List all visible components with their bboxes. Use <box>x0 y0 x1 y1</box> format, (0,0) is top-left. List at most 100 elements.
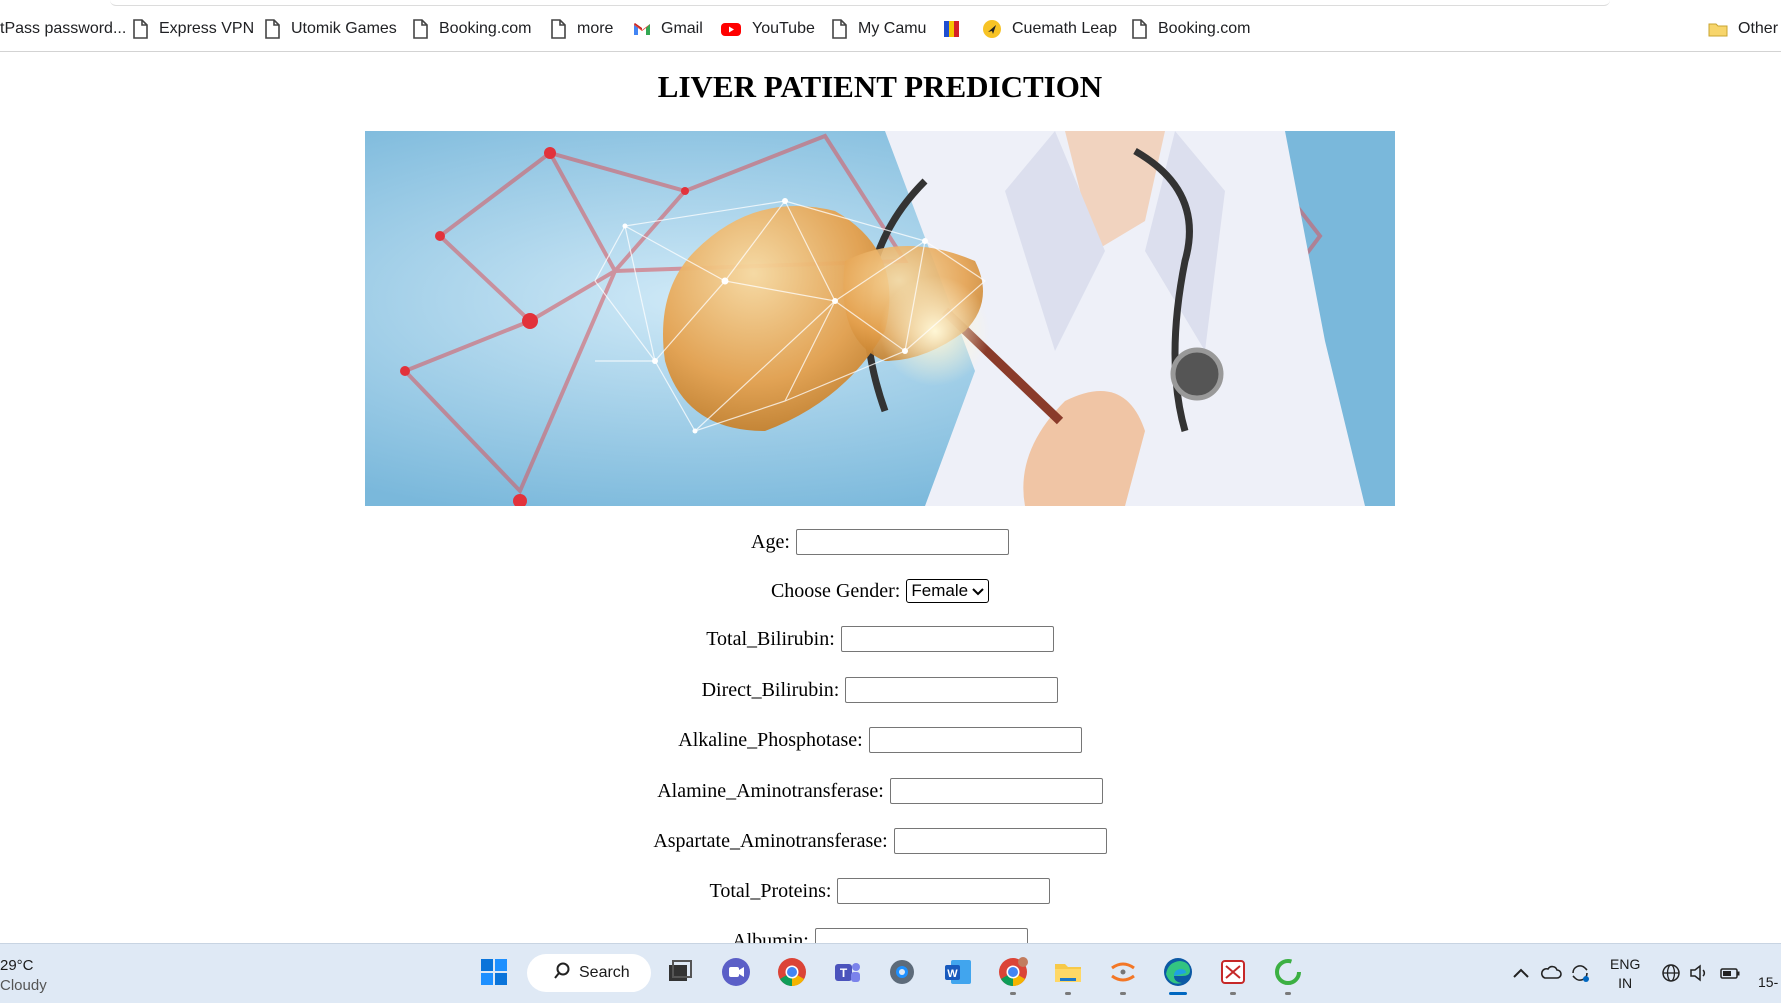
language-indicator[interactable]: ENG IN <box>1610 955 1640 993</box>
alkaline-phosphotase-row: Alkaline_Phosphotase: <box>0 725 1760 755</box>
loading-ring-icon <box>1272 956 1304 993</box>
gmail-icon <box>633 19 651 39</box>
gender-label: Choose Gender: <box>770 579 901 602</box>
folder-icon <box>1708 19 1728 39</box>
age-label: Age: <box>751 530 790 553</box>
bookmark-cuemath-leap[interactable]: Cuemath Leap <box>982 16 1117 42</box>
page-icon <box>263 19 281 39</box>
chevron-up-icon <box>1510 962 1532 984</box>
hero-image <box>365 131 1395 506</box>
lang-region: IN <box>1618 975 1633 991</box>
network-tray[interactable] <box>1660 962 1682 984</box>
chevron-down-icon <box>972 581 984 601</box>
taskbar-loading-app[interactable] <box>1270 956 1306 995</box>
total-proteins-label: Total_Proteins: <box>709 879 832 902</box>
aspartate-aminotransferase-input[interactable] <box>893 828 1107 854</box>
alamine-aminotransferase-input[interactable] <box>889 778 1103 804</box>
running-indicator <box>1065 992 1071 995</box>
battery-tray[interactable] <box>1719 962 1741 984</box>
bookmark-label: Cuemath Leap <box>1012 20 1117 37</box>
clock-partial[interactable]: 15- <box>1758 974 1778 990</box>
active-indicator <box>1169 992 1187 995</box>
alamine-aminotransferase-row: Alamine_Aminotransferase: <box>0 776 1760 806</box>
svg-text:W: W <box>947 968 958 980</box>
edge-icon <box>1162 956 1194 993</box>
taskbar-word[interactable]: W <box>940 956 976 992</box>
alkaline-phosphotase-label: Alkaline_Phosphotase: <box>678 728 863 751</box>
taskbar-chrome[interactable] <box>774 956 810 992</box>
bookmark-other-folder[interactable]: Other <box>1708 16 1778 42</box>
alamine-aminotransferase-label: Alamine_Aminotransferase: <box>657 779 884 802</box>
search-icon <box>553 962 571 985</box>
youtube-icon <box>720 19 742 39</box>
bookmark-more[interactable]: more <box>549 16 613 42</box>
taskbar-teams[interactable]: T <box>829 956 865 992</box>
onedrive-tray[interactable] <box>1540 962 1562 984</box>
bookmark-passwords[interactable]: tPass password... <box>0 16 126 42</box>
weather-temp: 29°C <box>0 957 34 974</box>
sync-icon <box>1569 962 1591 984</box>
taskbar-edge[interactable] <box>1160 956 1196 995</box>
bookmark-booking-2[interactable]: Booking.com <box>1130 16 1251 42</box>
taskbar-meet[interactable] <box>718 956 754 992</box>
chrome-icon <box>997 956 1029 993</box>
page-icon <box>411 19 429 39</box>
bookmark-label: Booking.com <box>1158 20 1251 37</box>
bookmark-flag[interactable] <box>943 16 961 42</box>
bookmark-my-camu[interactable]: My Camu <box>830 16 926 42</box>
start-button[interactable] <box>476 956 512 992</box>
sync-tray[interactable] <box>1569 962 1591 984</box>
volume-tray[interactable] <box>1688 962 1710 984</box>
page-icon <box>1130 19 1148 39</box>
meet-camera-icon <box>720 956 752 993</box>
chrome-icon <box>776 956 808 993</box>
running-indicator <box>1285 992 1291 995</box>
bookmark-youtube[interactable]: YouTube <box>720 16 815 42</box>
page-icon <box>131 19 149 39</box>
running-indicator <box>1120 992 1126 995</box>
bookmark-label: Booking.com <box>439 20 532 37</box>
page-icon <box>830 19 848 39</box>
taskbar-chrome-profile[interactable] <box>995 956 1031 995</box>
bookmark-utomik-games[interactable]: Utomik Games <box>263 16 397 42</box>
bookmark-gmail[interactable]: Gmail <box>633 16 703 42</box>
direct-bilirubin-input[interactable] <box>845 677 1059 703</box>
task-view-icon <box>664 956 696 993</box>
total-bilirubin-row: Total_Bilirubin: <box>0 624 1760 654</box>
jupyter-icon <box>1107 956 1139 993</box>
lang-code: ENG <box>1610 956 1641 972</box>
total-proteins-input[interactable] <box>837 878 1051 904</box>
show-hidden-icons[interactable] <box>1510 962 1532 984</box>
age-input[interactable] <box>795 529 1009 555</box>
taskbar-file-explorer[interactable] <box>1050 956 1086 995</box>
taskbar-settings[interactable] <box>884 956 920 992</box>
total-bilirubin-input[interactable] <box>840 626 1054 652</box>
total-bilirubin-label: Total_Bilirubin: <box>706 627 835 650</box>
taskbar-jupyter[interactable] <box>1105 956 1141 995</box>
bookmark-booking[interactable]: Booking.com <box>411 16 532 42</box>
taskbar: 29°C Cloudy Search T W ENG IN 15- <box>0 943 1781 1003</box>
taskbar-search[interactable]: Search <box>527 954 651 992</box>
taskbar-app-red[interactable] <box>1215 956 1251 995</box>
aspartate-aminotransferase-label: Aspartate_Aminotransferase: <box>653 829 888 852</box>
bookmark-label: tPass password... <box>0 20 127 37</box>
battery-icon <box>1719 962 1741 984</box>
address-bar-edge <box>110 0 1610 6</box>
bookmark-label: more <box>577 20 614 37</box>
aspartate-aminotransferase-row: Aspartate_Aminotransferase: <box>0 826 1760 856</box>
bookmark-express-vpn[interactable]: Express VPN <box>131 16 254 42</box>
globe-icon <box>1660 962 1682 984</box>
speaker-icon <box>1688 962 1710 984</box>
alkaline-phosphotase-input[interactable] <box>868 727 1082 753</box>
bookmark-label: Other <box>1738 20 1779 37</box>
bookmark-label: My Camu <box>858 20 927 37</box>
gender-select[interactable]: Female <box>906 579 990 603</box>
gender-row: Choose Gender: Female <box>0 576 1760 606</box>
app-icon <box>1217 956 1249 993</box>
weather-widget[interactable]: 29°C Cloudy <box>0 956 47 996</box>
gear-icon <box>886 956 918 993</box>
folder-icon <box>1052 956 1084 993</box>
page-title: LIVER PATIENT PREDICTION <box>657 69 1103 104</box>
task-view-button[interactable] <box>662 956 698 992</box>
bookmark-label: Gmail <box>661 20 703 37</box>
